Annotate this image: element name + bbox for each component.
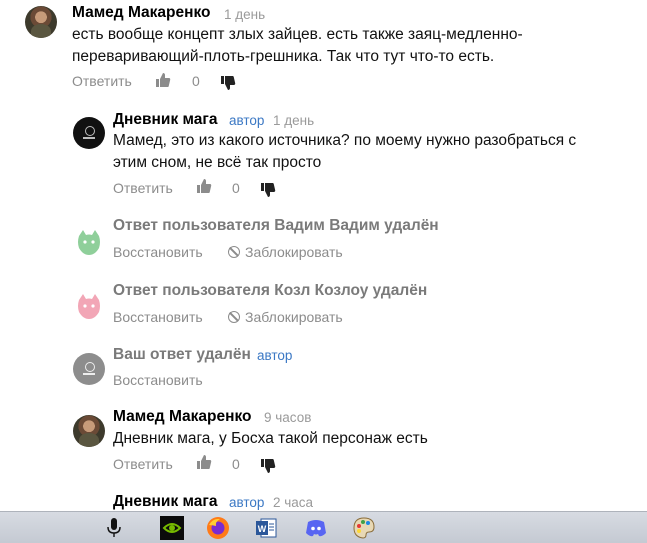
comment-text-line: этим сном, не всё так просто [113, 154, 322, 171]
comment-text-line: есть вообще концепт злых зайцев. есть та… [72, 26, 523, 43]
thumbs-down-icon[interactable] [220, 75, 236, 91]
author-badge: автор [257, 348, 293, 363]
reply-button[interactable]: Ответить [72, 73, 132, 89]
like-count: 0 [192, 73, 200, 89]
microphone-icon[interactable] [92, 512, 136, 543]
comments-page: Мамед Макаренко 1 день есть вообще конце… [0, 0, 647, 543]
comment-author[interactable]: Дневник мага [113, 111, 217, 129]
avatar[interactable] [73, 415, 105, 447]
avatar[interactable] [25, 6, 57, 38]
block-user-button[interactable]: Заблокировать [228, 244, 343, 260]
thumbs-up-icon[interactable] [155, 72, 171, 88]
author-badge: автор [229, 113, 265, 128]
comment-time: 2 часа [273, 495, 314, 510]
block-user-button[interactable]: Заблокировать [228, 309, 343, 325]
comment-text-line: Дневник мага, у Босха такой персонаж ест… [113, 430, 428, 447]
avatar[interactable] [73, 117, 105, 149]
block-label: Заблокировать [245, 309, 343, 325]
comment-author[interactable]: Дневник мага [113, 493, 217, 511]
avatar [73, 353, 105, 385]
thumbs-up-icon[interactable] [196, 178, 212, 194]
ban-icon [228, 246, 240, 258]
reply-button[interactable]: Ответить [113, 456, 173, 472]
comment-text-line: переваривающий-плоть-грешника. Так что т… [72, 48, 495, 65]
deleted-notice: Ваш ответ удалён [113, 346, 251, 363]
like-count: 0 [232, 180, 240, 196]
cat-avatar-icon [73, 290, 105, 322]
comment-time: 1 день [224, 7, 266, 22]
svg-text:W: W [258, 524, 267, 534]
firefox-icon[interactable] [196, 512, 240, 543]
ban-icon [228, 311, 240, 323]
reply-button[interactable]: Ответить [113, 180, 173, 196]
restore-button[interactable]: Восстановить [113, 372, 203, 388]
paint-icon[interactable] [342, 512, 386, 543]
author-badge: автор [229, 495, 265, 510]
word-icon[interactable]: W [244, 512, 288, 543]
comment-time: 9 часов [264, 410, 312, 425]
comment-time: 1 день [273, 113, 315, 128]
discord-icon[interactable] [294, 512, 338, 543]
deleted-notice: Ответ пользователя Козл Козлоу удалён [113, 282, 428, 299]
nvidia-icon[interactable] [150, 512, 194, 543]
restore-button[interactable]: Восстановить [113, 244, 203, 260]
deleted-notice: Ответ пользователя Вадим Вадим удалён [113, 217, 439, 234]
block-label: Заблокировать [245, 244, 343, 260]
thumbs-up-icon[interactable] [196, 454, 212, 470]
comment-author[interactable]: Мамед Макаренко [113, 408, 252, 426]
restore-button[interactable]: Восстановить [113, 309, 203, 325]
comment-author[interactable]: Мамед Макаренко [72, 4, 211, 22]
comment-text-line: Мамед, это из какого источника? по моему… [113, 132, 577, 149]
cat-avatar-icon [73, 226, 105, 258]
thumbs-down-icon[interactable] [260, 458, 276, 474]
taskbar: W [0, 511, 647, 543]
like-count: 0 [232, 456, 240, 472]
thumbs-down-icon[interactable] [260, 182, 276, 198]
